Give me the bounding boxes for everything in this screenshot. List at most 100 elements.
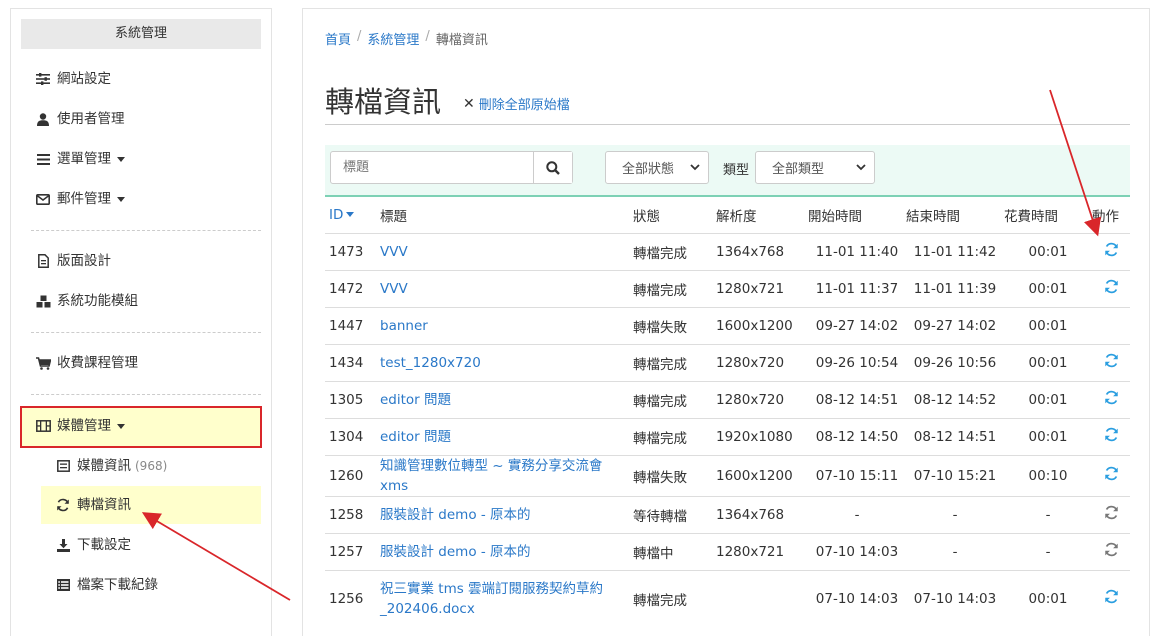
sidebar-item-site-settings[interactable]: 網站設定 <box>35 68 111 90</box>
chevron-down-icon <box>117 423 125 429</box>
media-title-link[interactable]: 祝三實業 tms 雲端訂閱服務契約草約_202406.docx <box>380 581 603 617</box>
reconvert-button[interactable] <box>1104 589 1119 608</box>
cell-end-time: 08-12 14:52 <box>906 381 1004 419</box>
type-select[interactable]: 全部類型 <box>755 151 875 184</box>
table-row: 1473 VVV 轉檔完成 1364x768 11-01 11:40 11-01 11:4… <box>325 233 1130 271</box>
cell-end-time: 07-10 14:03 <box>913 590 997 607</box>
column-header-status: 狀態 <box>633 196 716 234</box>
file-icon <box>35 253 51 269</box>
media-title-link[interactable]: 知識管理數位轉型 ~ 實務分享交流會 xms <box>380 458 602 494</box>
breadcrumb-home-link[interactable]: 首頁 <box>325 29 351 48</box>
sidebar-subitem-conversion-info[interactable]: 轉檔資訊 <box>55 494 131 516</box>
type-select-value: 全部類型 <box>772 162 825 177</box>
media-title-link[interactable]: 服裝設計 demo - 原本的 <box>380 544 531 560</box>
cell-title: VVV <box>380 233 633 271</box>
cell-end-time: 08-12 14:51 <box>906 418 1004 456</box>
cell-title: editor 問題 <box>380 381 633 419</box>
cell-duration: - <box>1004 533 1092 571</box>
cell-duration: 00:01 <box>1004 233 1092 271</box>
sidebar-subitem-download-settings[interactable]: 下載設定 <box>55 534 131 556</box>
search-button[interactable] <box>533 152 572 183</box>
cell-resolution: 1364x768 <box>716 233 808 271</box>
reconvert-button[interactable] <box>1104 390 1119 409</box>
cell-status: 轉檔失敗 <box>633 455 716 497</box>
breadcrumb-system-link[interactable]: 系統管理 <box>367 29 419 48</box>
sidebar-title: 系統管理 <box>21 19 261 49</box>
cell-title: test_1280x720 <box>380 344 633 382</box>
sidebar-divider <box>31 332 261 333</box>
sidebar-item-modules[interactable]: 系統功能模組 <box>35 290 138 312</box>
list-alt-icon <box>55 458 71 474</box>
refresh-icon <box>1104 353 1118 368</box>
sidebar-item-layout[interactable]: 版面設計 <box>35 250 111 272</box>
refresh-icon <box>1104 466 1118 481</box>
sidebar-divider <box>31 230 261 231</box>
cell-end-time: - <box>906 533 1004 571</box>
refresh-icon <box>1104 505 1118 520</box>
sidebar-item-mail[interactable]: 郵件管理 <box>35 188 125 210</box>
cell-duration: 00:01 <box>1004 344 1092 382</box>
media-title-link[interactable]: banner <box>380 318 428 334</box>
cell-resolution: 1280x721 <box>716 270 808 308</box>
chevron-down-icon <box>856 164 866 171</box>
cell-resolution: 1280x721 <box>716 533 808 571</box>
title-divider <box>325 124 1130 125</box>
reconvert-button[interactable] <box>1104 353 1119 372</box>
table-row: 1304 editor 問題 轉檔完成 1920x1080 08-12 14:50 08-… <box>325 418 1130 456</box>
table-row: 1472 VVV 轉檔完成 1280x721 11-01 11:37 11-01 11:3… <box>325 270 1130 308</box>
media-title-link[interactable]: VVV <box>380 244 408 260</box>
delete-all-originals-link[interactable]: ✕ 刪除全部原始檔 <box>463 94 570 114</box>
reconvert-button[interactable] <box>1104 242 1119 261</box>
reconvert-button[interactable] <box>1104 427 1119 446</box>
filter-bar: 全部狀態 類型 全部類型 <box>325 145 1130 195</box>
media-title-link[interactable]: editor 問題 <box>380 392 451 408</box>
cell-start-time: 11-01 11:37 <box>808 270 906 308</box>
film-icon <box>35 418 51 434</box>
table-row: 1447 banner 轉檔失敗 1600x1200 09-27 14:02 09-27 … <box>325 307 1130 345</box>
cell-status: 轉檔完成 <box>633 592 687 609</box>
refresh-icon <box>1104 279 1118 294</box>
chevron-down-icon <box>117 156 125 162</box>
cell-start-time: 08-12 14:51 <box>808 381 906 419</box>
sidebar: 系統管理 網站設定 使用者管理 選單管理 郵件管理 版面設計 系統功能模組 收費… <box>10 8 272 636</box>
download-icon <box>55 537 71 553</box>
cell-id: 1257 <box>325 533 380 571</box>
cell-duration: 00:01 <box>1004 381 1092 419</box>
table-row: 1256 祝三實業 tms 雲端訂閱服務契約草約_202406.docx 轉檔完成 0… <box>325 570 1130 627</box>
reconvert-button[interactable] <box>1104 466 1119 485</box>
media-title-link[interactable]: 服裝設計 demo - 原本的 <box>380 507 531 523</box>
cell-action <box>1092 533 1130 571</box>
media-title-link[interactable]: test_1280x720 <box>380 355 481 371</box>
sidebar-item-users[interactable]: 使用者管理 <box>35 108 125 130</box>
cubes-icon <box>35 293 51 309</box>
sidebar-item-media[interactable]: 媒體管理 <box>35 415 125 437</box>
cell-start-time: 07-10 15:11 <box>808 455 906 497</box>
column-header-start: 開始時間 <box>808 196 906 234</box>
refresh-icon <box>1104 590 1118 604</box>
reconvert-button[interactable] <box>1104 505 1119 524</box>
cell-duration: 00:01 <box>1004 418 1092 456</box>
cell-title: VVV <box>380 270 633 308</box>
column-header-action: 動作 <box>1092 196 1130 234</box>
column-header-id[interactable]: ID <box>325 196 380 234</box>
cell-title: banner <box>380 307 633 345</box>
refresh-icon <box>1104 242 1118 257</box>
status-select[interactable]: 全部狀態 <box>605 151 709 184</box>
sidebar-item-menus[interactable]: 選單管理 <box>35 148 125 170</box>
cart-icon <box>35 355 51 371</box>
reconvert-button[interactable] <box>1104 279 1119 298</box>
media-title-link[interactable]: editor 問題 <box>380 429 451 445</box>
media-title-link[interactable]: VVV <box>380 281 408 297</box>
breadcrumb-current: 轉檔資訊 <box>435 33 488 48</box>
sidebar-item-label: 媒體管理 <box>57 418 111 434</box>
sidebar-subitem-download-log[interactable]: 檔案下載紀錄 <box>55 574 158 596</box>
reconvert-button[interactable] <box>1104 542 1119 561</box>
sidebar-subitem-media-info[interactable]: 媒體資訊 (968) <box>55 455 167 477</box>
refresh-icon <box>55 497 71 513</box>
search-input[interactable] <box>331 152 534 183</box>
cell-id: 1256 <box>329 590 364 607</box>
cell-start-time: 07-10 14:03 <box>808 533 906 571</box>
sidebar-item-paid-courses[interactable]: 收費課程管理 <box>35 352 138 374</box>
cell-end-time: 09-27 14:02 <box>906 307 1004 345</box>
chevron-down-icon <box>117 196 125 202</box>
